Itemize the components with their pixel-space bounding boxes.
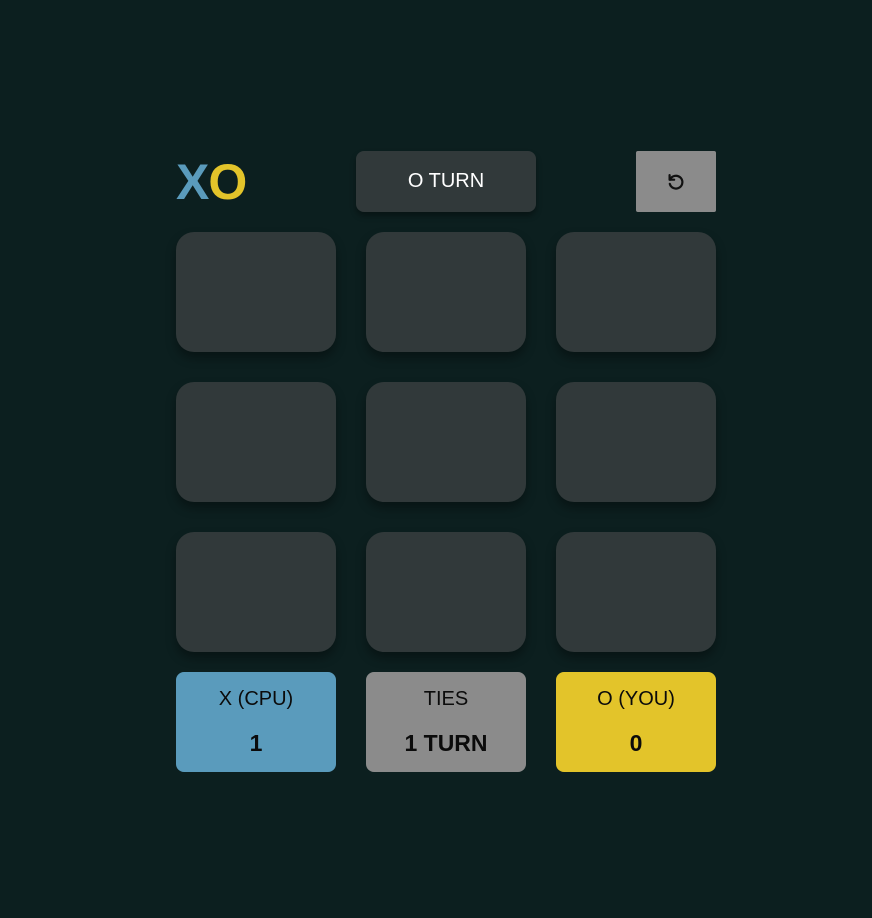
game-header: XO O TURN (176, 151, 716, 212)
score-x-cpu: X (CPU) 1 (176, 672, 336, 772)
score-x-label: X (CPU) (218, 688, 294, 710)
board-cell-3[interactable] (556, 232, 716, 352)
board-cell-2[interactable] (366, 232, 526, 352)
score-o-label: O (YOU) (597, 688, 675, 710)
logo: XO (176, 154, 247, 210)
game-container: XO O TURN X (CPU) 1 TIES 1 TURN O (YOU) … (176, 151, 716, 772)
reset-button[interactable] (636, 151, 716, 212)
board-cell-6[interactable] (556, 382, 716, 502)
board-cell-1[interactable] (176, 232, 336, 352)
board-cell-9[interactable] (556, 532, 716, 652)
board-cell-4[interactable] (176, 382, 336, 502)
game-board (176, 232, 716, 652)
logo-o: O (208, 154, 247, 210)
board-cell-8[interactable] (366, 532, 526, 652)
score-o-you: O (YOU) 0 (556, 672, 716, 772)
score-ties: TIES 1 TURN (366, 672, 526, 772)
scoreboard: X (CPU) 1 TIES 1 TURN O (YOU) 0 (176, 672, 716, 772)
score-x-value: 1 (249, 730, 263, 756)
board-cell-7[interactable] (176, 532, 336, 652)
reset-icon (668, 173, 684, 190)
score-ties-label: TIES (423, 688, 469, 710)
turn-indicator: O TURN (356, 151, 536, 212)
logo-x: X (176, 154, 209, 210)
score-ties-value: 1 TURN (404, 730, 488, 756)
score-o-value: 0 (629, 730, 643, 756)
board-cell-5[interactable] (366, 382, 526, 502)
